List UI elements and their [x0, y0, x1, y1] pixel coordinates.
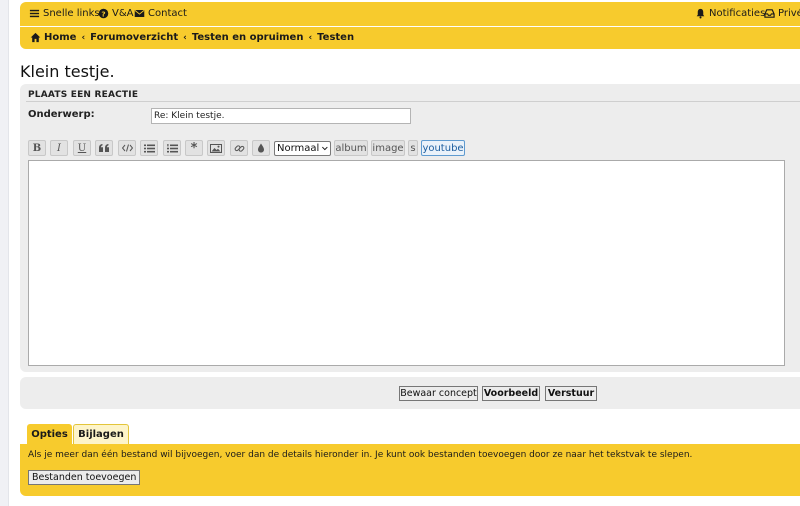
- ordered-list-icon: [166, 143, 178, 152]
- list-icon: [143, 144, 155, 152]
- site-header: Snelle links ? V&A Contact Notificaties …: [20, 2, 800, 49]
- private-label: Privé: [778, 8, 800, 19]
- breadcrumb-forum-index[interactable]: Forumoverzicht: [90, 32, 178, 43]
- contact-label: Contact: [148, 8, 187, 19]
- font-color-button[interactable]: [252, 140, 270, 156]
- faq-label: V&A: [112, 8, 134, 19]
- bullet-list-button[interactable]: [140, 140, 158, 156]
- underline-button[interactable]: U: [73, 140, 91, 156]
- image-icon: [210, 143, 222, 153]
- attachments-panel: Als je meer dan één bestand wil bijvoege…: [20, 444, 800, 496]
- home-icon: [30, 32, 41, 43]
- tab-options[interactable]: Opties: [27, 424, 72, 444]
- asterisk-icon: *: [190, 140, 198, 156]
- code-button[interactable]: [118, 140, 136, 156]
- message-textarea[interactable]: [28, 160, 785, 366]
- code-icon: [121, 144, 133, 152]
- submit-bar: Bewaar concept Voorbeeld Verstuur: [20, 377, 800, 409]
- breadcrumb-category[interactable]: Testen en opruimen: [192, 32, 304, 43]
- underline-icon: U: [77, 142, 87, 154]
- subject-label: Onderwerp:: [28, 109, 95, 120]
- chevron-down-icon: [322, 146, 328, 151]
- italic-button[interactable]: I: [50, 140, 68, 156]
- preview-button[interactable]: Voorbeeld: [482, 386, 540, 401]
- svg-text:?: ?: [101, 9, 105, 18]
- youtube-tag-button[interactable]: youtube: [421, 140, 465, 156]
- numbered-list-button[interactable]: [163, 140, 181, 156]
- question-circle-icon: ?: [98, 8, 109, 19]
- page-title: Klein testje.: [20, 62, 115, 81]
- quote-button[interactable]: [95, 140, 113, 156]
- bell-icon: [696, 8, 705, 19]
- tab-attachments[interactable]: Bijlagen: [73, 424, 129, 444]
- notifications-label: Notificaties: [709, 8, 766, 19]
- link-icon: [234, 144, 244, 152]
- s-tag-button[interactable]: s: [408, 140, 418, 156]
- breadcrumb-home[interactable]: Home: [44, 32, 76, 43]
- album-tag-button[interactable]: album: [334, 140, 368, 156]
- quicklinks-label: Snelle links: [43, 8, 100, 19]
- contact-link[interactable]: Contact: [134, 8, 187, 19]
- submit-button[interactable]: Verstuur: [545, 386, 597, 401]
- panel-heading: PLAATS EEN REACTIE: [28, 90, 139, 100]
- insert-link-button[interactable]: [230, 140, 248, 156]
- save-draft-button[interactable]: Bewaar concept: [399, 386, 478, 401]
- subject-input[interactable]: Re: Klein testje.: [151, 108, 411, 124]
- breadcrumb-forum[interactable]: Testen: [317, 32, 354, 43]
- font-size-value: Normaal: [277, 143, 320, 154]
- bold-button[interactable]: B: [28, 140, 46, 156]
- breadcrumb-separator: ‹: [183, 32, 187, 43]
- list-item-button[interactable]: *: [185, 140, 203, 156]
- attachments-help-text: Als je meer dan één bestand wil bijvoege…: [28, 450, 693, 460]
- breadcrumb: Home ‹ Forumoverzicht ‹ Testen en opruim…: [30, 32, 354, 43]
- divider: [26, 101, 800, 102]
- bold-icon: B: [32, 142, 42, 154]
- add-files-button[interactable]: Bestanden toevoegen: [28, 470, 141, 485]
- italic-icon: I: [57, 142, 61, 154]
- notifications-link[interactable]: Notificaties: [695, 8, 765, 19]
- top-navigation: Snelle links ? V&A Contact Notificaties …: [20, 2, 800, 27]
- breadcrumb-separator: ‹: [81, 32, 86, 43]
- inbox-icon: [764, 9, 775, 18]
- hamburger-icon: [29, 9, 40, 18]
- insert-image-button[interactable]: [207, 140, 225, 156]
- envelope-icon: [134, 10, 145, 17]
- faq-link[interactable]: ? V&A: [98, 8, 133, 19]
- quicklinks-link[interactable]: Snelle links: [29, 8, 100, 19]
- font-size-select[interactable]: Normaal: [274, 141, 331, 156]
- droplet-icon: [258, 143, 264, 153]
- private-messages-link[interactable]: Privé: [764, 8, 800, 19]
- breadcrumb-separator: ‹: [308, 32, 313, 43]
- post-reply-panel: PLAATS EEN REACTIE Onderwerp: Re: Klein …: [20, 84, 800, 372]
- quote-icon: [99, 144, 109, 152]
- image-tag-button[interactable]: image: [371, 140, 405, 156]
- left-edge: [0, 0, 9, 506]
